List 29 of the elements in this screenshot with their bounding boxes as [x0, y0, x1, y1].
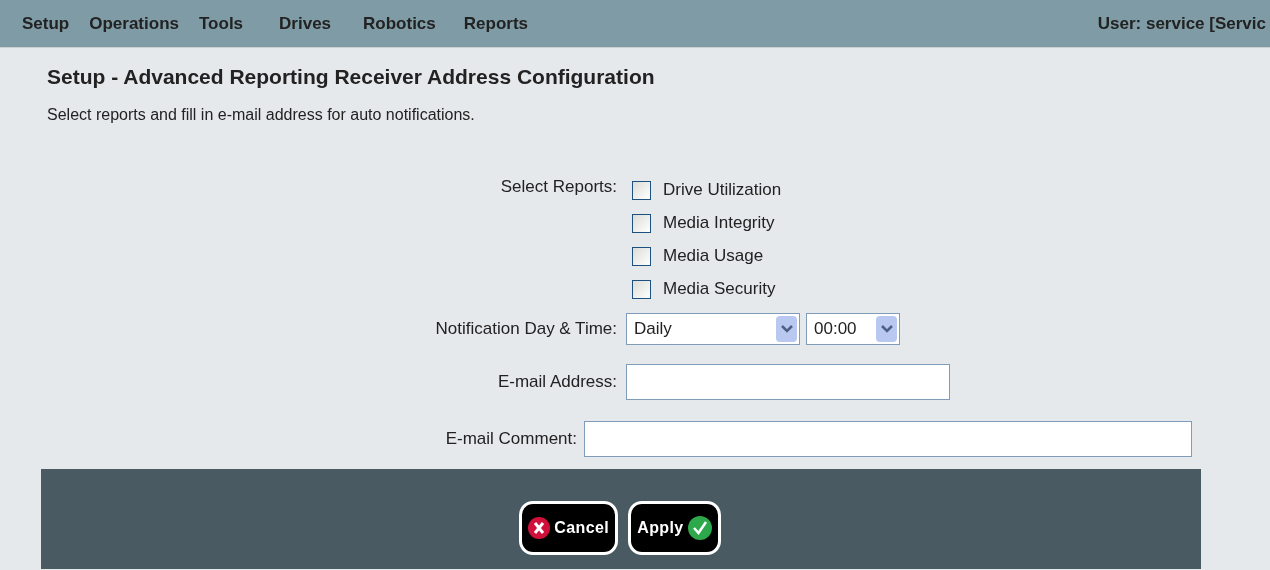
page-title: Setup - Advanced Reporting Receiver Address Configuration [47, 64, 656, 90]
page-subtitle: Select reports and fill in e-mail address for auto notifications. [47, 104, 476, 125]
day-select[interactable]: Daily [626, 312, 800, 345]
menu-item[interactable]: Setup [22, 10, 70, 37]
menu-item[interactable]: Tools [199, 10, 244, 37]
checkbox[interactable] [632, 279, 651, 299]
menu-item[interactable]: Robotics [363, 10, 436, 37]
field-label: Notification Day & Time: [435, 317, 617, 340]
field-label: E-mail Address: [497, 370, 617, 393]
menu-item[interactable]: Reports [463, 10, 528, 37]
email-comment-field[interactable] [584, 420, 1192, 457]
checkbox-label: Media Security [663, 278, 776, 301]
checkbox-label: Media Usage [663, 245, 764, 268]
email-address-field[interactable] [626, 363, 950, 400]
checkbox-label: Media Integrity [663, 212, 775, 235]
field-label: Select Reports: [500, 175, 617, 198]
close-icon [528, 516, 551, 539]
user-label: User: service [Servic [1097, 12, 1266, 35]
cancel-button[interactable]: Cancel [519, 500, 619, 555]
checkbox-label: Drive Utilization [663, 179, 782, 202]
checkbox[interactable] [632, 213, 651, 233]
field-label: E-mail Comment: [445, 427, 577, 450]
checkbox[interactable] [632, 180, 651, 200]
check-icon [687, 515, 712, 540]
menu-item[interactable]: Drives [279, 10, 332, 37]
checkbox[interactable] [632, 246, 651, 266]
time-select[interactable]: 00:00 [806, 312, 900, 345]
menu-item[interactable]: Operations [89, 10, 179, 37]
apply-button[interactable]: Apply [628, 500, 721, 555]
